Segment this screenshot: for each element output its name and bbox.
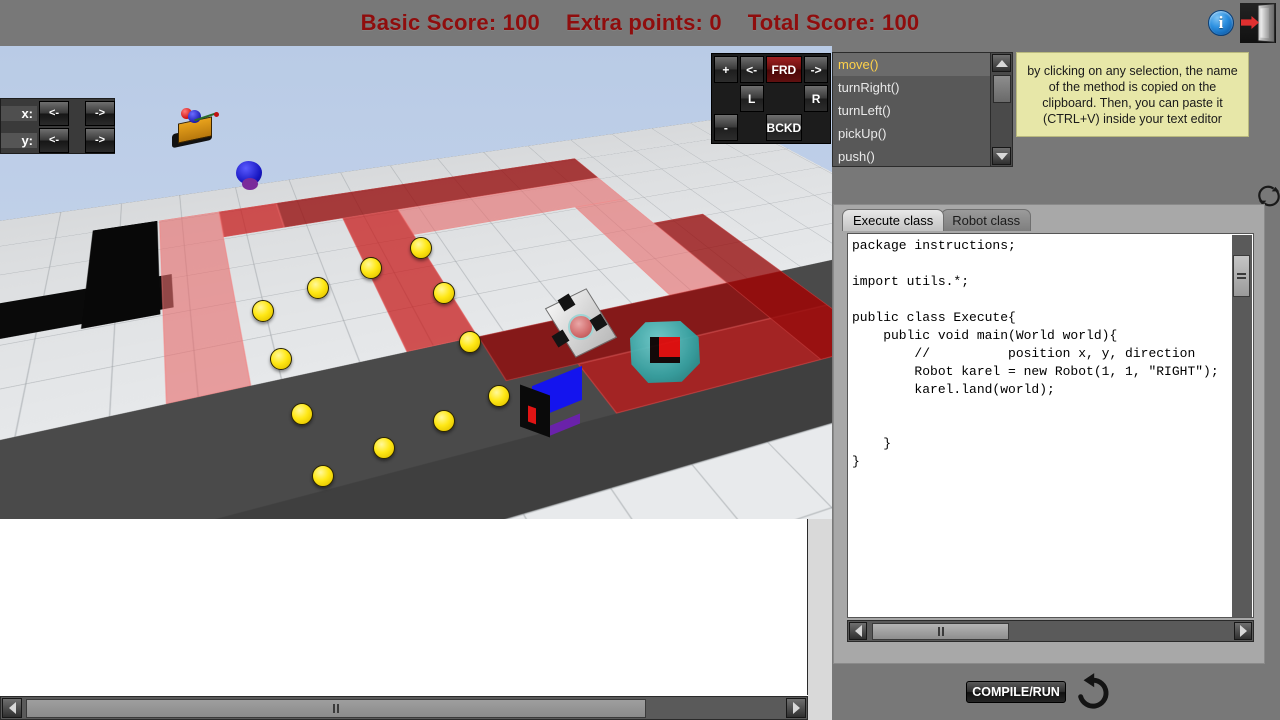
method-list-item-move[interactable]: move()	[833, 53, 1012, 76]
coin[interactable]	[270, 348, 292, 370]
editor-panel: Execute class Robot class package instru…	[833, 204, 1265, 664]
output-scroll-right-icon[interactable]	[786, 698, 806, 718]
clipboard-hint-box: by clicking on any selection, the name o…	[1016, 52, 1249, 137]
forward-button[interactable]: FRD	[765, 56, 803, 83]
tab-robot-class[interactable]: Robot class	[941, 209, 1032, 231]
score-line: Basic Score: 100 Extra points: 0 Total S…	[0, 0, 1280, 46]
axis-x-label: x:	[1, 105, 37, 121]
score-bar: Basic Score: 100 Extra points: 0 Total S…	[0, 0, 1280, 46]
exit-arrow-shape	[1241, 16, 1259, 29]
compile-run-button[interactable]: COMPILE/RUN	[966, 681, 1066, 703]
output-scroll-left-icon[interactable]	[2, 698, 22, 718]
strafe-right-button[interactable]: R	[804, 85, 828, 112]
coin[interactable]	[312, 465, 334, 487]
app-root: Basic Score: 100 Extra points: 0 Total S…	[0, 0, 1280, 720]
code-editor-horizontal-thumb[interactable]	[872, 623, 1009, 640]
clipboard-hint-text: by clicking on any selection, the name o…	[1027, 63, 1238, 126]
camera-control-pad: + <- FRD -> L R - BCKD	[711, 53, 831, 144]
coin[interactable]	[291, 403, 313, 425]
output-panel-right-filler	[808, 519, 832, 720]
thumb-grip-icon	[1237, 273, 1246, 279]
method-list-scroll-up-icon[interactable]	[992, 54, 1011, 72]
coin[interactable]	[433, 282, 455, 304]
basic-score-label: Basic Score: 100	[360, 10, 540, 35]
robot-avatar[interactable]	[172, 106, 219, 149]
pad-empty-2	[766, 85, 803, 112]
method-list-scrollbar[interactable]	[990, 52, 1013, 167]
code-scroll-left-icon[interactable]	[849, 622, 867, 640]
rotate-left-button[interactable]: <-	[739, 56, 764, 83]
code-scroll-right-icon[interactable]	[1234, 622, 1252, 640]
output-horizontal-thumb[interactable]	[26, 699, 646, 718]
output-horizontal-scrollbar[interactable]	[0, 696, 808, 720]
rotate-right-button[interactable]: ->	[804, 56, 828, 83]
teal-blob-core	[650, 337, 680, 363]
axis-y-label: y:	[1, 132, 37, 148]
total-score-label: Total Score: 100	[747, 10, 920, 35]
door-shape	[1257, 3, 1276, 43]
blue-blob-object[interactable]	[236, 161, 262, 190]
method-list-item-turnright[interactable]: turnRight()	[833, 76, 1012, 99]
thumb-grip-icon	[333, 704, 339, 713]
exit-door-icon[interactable]	[1240, 3, 1276, 43]
floor-black-strip-2	[81, 220, 161, 329]
axis-control-pad: x: <- -> y: <- ->	[0, 98, 115, 154]
coin[interactable]	[360, 257, 382, 279]
info-icon[interactable]	[1208, 10, 1234, 36]
backward-button[interactable]: BCKD	[765, 114, 803, 141]
coin[interactable]	[488, 385, 510, 407]
method-list-item-push[interactable]: push()	[833, 145, 1012, 166]
editor-tab-strip: Execute class Robot class	[842, 207, 1032, 231]
thumb-grip-icon	[937, 627, 944, 636]
code-editor-vertical-scrollbar[interactable]	[1232, 235, 1252, 617]
method-list[interactable]: move() turnRight() turnLeft() pickUp() p…	[832, 52, 1013, 167]
world-floor	[0, 117, 832, 519]
coin[interactable]	[433, 410, 455, 432]
world-viewport[interactable]: x: <- -> y: <- ->	[0, 46, 832, 519]
axis-x-decrement-button[interactable]: <-	[39, 100, 69, 126]
robot-antenna-tip	[214, 112, 219, 117]
coin[interactable]	[252, 300, 274, 322]
method-list-scroll-thumb[interactable]	[993, 75, 1011, 103]
pad-empty-3	[740, 114, 764, 141]
blue-cube-object[interactable]	[520, 365, 582, 438]
axis-y-decrement-button[interactable]: <-	[39, 127, 69, 153]
axis-row-x: x: <- ->	[1, 100, 116, 126]
reset-rotate-icon[interactable]	[1074, 672, 1112, 712]
code-editor[interactable]: package instructions; import utils.*; pu…	[847, 233, 1254, 618]
method-list-item-pickup[interactable]: pickUp()	[833, 122, 1012, 145]
output-panel	[0, 519, 832, 720]
code-editor-text[interactable]: package instructions; import utils.*; pu…	[852, 237, 1219, 471]
strafe-left-button[interactable]: L	[739, 85, 764, 112]
axis-row-y: y: <- ->	[1, 127, 116, 153]
zoom-in-button[interactable]: +	[714, 56, 738, 83]
pad-empty-1	[714, 85, 738, 112]
coin[interactable]	[410, 237, 432, 259]
coin[interactable]	[459, 331, 481, 353]
zoom-out-button[interactable]: -	[714, 114, 738, 141]
axis-y-increment-button[interactable]: ->	[85, 127, 115, 153]
tab-execute-class[interactable]: Execute class	[842, 209, 945, 231]
extra-points-label: Extra points: 0	[565, 10, 722, 35]
cube-circle	[568, 314, 594, 340]
companion-cube-object[interactable]	[544, 288, 618, 358]
coin[interactable]	[373, 437, 395, 459]
pad-empty-4	[804, 114, 828, 141]
code-editor-horizontal-scrollbar[interactable]	[847, 620, 1254, 642]
top-icon-group	[1208, 3, 1276, 43]
method-list-item-turnleft[interactable]: turnLeft()	[833, 99, 1012, 122]
code-editor-vertical-thumb[interactable]	[1233, 255, 1250, 297]
method-list-scroll-down-icon[interactable]	[992, 147, 1011, 165]
coin[interactable]	[307, 277, 329, 299]
teal-blob-object[interactable]	[630, 321, 700, 383]
axis-x-increment-button[interactable]: ->	[85, 100, 115, 126]
